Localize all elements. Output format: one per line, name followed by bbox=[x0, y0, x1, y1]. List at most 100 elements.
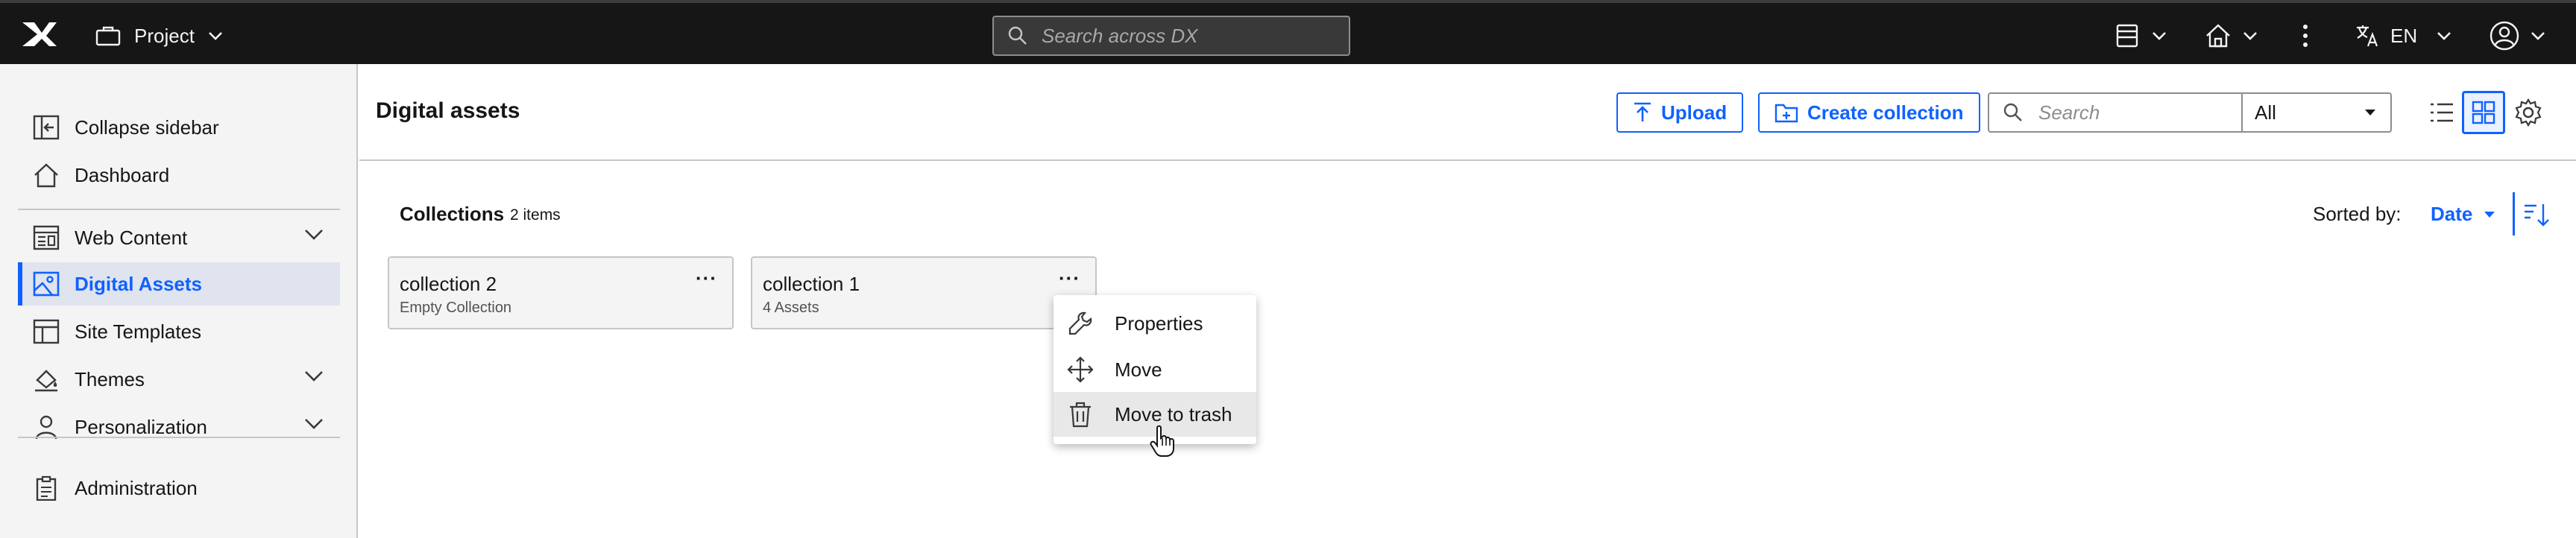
collection-name: collection 2 bbox=[400, 273, 497, 295]
menu-item-label: Move to trash bbox=[1115, 402, 1232, 425]
wrench-icon bbox=[1068, 311, 1092, 335]
project-label: Project bbox=[134, 24, 195, 47]
asset-search-input[interactable]: Search bbox=[1989, 94, 2243, 131]
sorted-by-label: Sorted by: bbox=[2313, 203, 2402, 225]
collection-subtitle: Empty Collection bbox=[400, 300, 512, 316]
sidebar-item-label: Digital Assets bbox=[75, 272, 202, 295]
sidebar-item-digital-assets[interactable]: Digital Assets bbox=[18, 262, 340, 306]
chevron-down-icon bbox=[2531, 32, 2545, 40]
clipboard-icon bbox=[36, 475, 57, 501]
sidebar: Collapse sidebar Dashboard Web Content D… bbox=[0, 64, 358, 538]
chevron-down-icon bbox=[209, 32, 222, 40]
trash-icon bbox=[1070, 402, 1091, 428]
project-switcher[interactable]: Project bbox=[95, 21, 223, 51]
collections-heading: Collections bbox=[400, 203, 505, 225]
chevron-down-icon bbox=[305, 230, 323, 240]
home-icon bbox=[34, 163, 58, 188]
sidebar-item-label: Web Content bbox=[75, 226, 188, 249]
sidebar-item-label: Personalization bbox=[75, 415, 207, 438]
settings-button[interactable] bbox=[2507, 91, 2550, 134]
menu-item-label: Move bbox=[1115, 358, 1162, 381]
language-switcher[interactable]: EN bbox=[2355, 18, 2451, 54]
upload-label: Upload bbox=[1661, 101, 1728, 124]
web-content-icon bbox=[33, 225, 60, 250]
sort-descending-icon[interactable] bbox=[2522, 200, 2551, 230]
collection-more-button[interactable]: ··· bbox=[696, 267, 717, 290]
global-search-input[interactable]: Search across DX bbox=[992, 16, 1350, 56]
sidebar-item-administration[interactable]: Administration bbox=[18, 466, 340, 510]
sidebar-item-themes[interactable]: Themes bbox=[18, 358, 340, 401]
collapse-icon bbox=[33, 115, 60, 140]
sort-field-value: Date bbox=[2431, 203, 2473, 225]
collection-context-menu: Properties Move Move to trash bbox=[1054, 295, 1256, 444]
content-menu-button[interactable] bbox=[2114, 18, 2167, 54]
sidebar-item-site-templates[interactable]: Site Templates bbox=[18, 310, 340, 353]
user-icon bbox=[35, 415, 57, 440]
asset-search-filter: Search All bbox=[1988, 92, 2392, 133]
sidebar-item-label: Collapse sidebar bbox=[75, 115, 219, 139]
collection-subtitle: 4 Assets bbox=[763, 300, 819, 316]
chevron-down-icon bbox=[2153, 32, 2166, 40]
sidebar-divider bbox=[18, 437, 340, 438]
caret-down-icon bbox=[2484, 211, 2495, 218]
create-collection-button[interactable]: Create collection bbox=[1758, 92, 1980, 133]
chevron-down-icon bbox=[305, 419, 323, 429]
overflow-menu-button[interactable] bbox=[2301, 18, 2310, 54]
page-header: Digital assets Upload Create collection … bbox=[359, 64, 2576, 161]
menu-item-properties[interactable]: Properties bbox=[1054, 301, 1256, 346]
home-icon bbox=[2206, 24, 2230, 48]
grid-icon bbox=[2472, 101, 2495, 124]
global-search-placeholder: Search across DX bbox=[1042, 24, 1198, 47]
sidebar-item-label: Site Templates bbox=[75, 320, 202, 343]
home-menu-button[interactable] bbox=[2204, 18, 2258, 54]
list-view-button[interactable] bbox=[2420, 91, 2463, 134]
asset-search-placeholder: Search bbox=[2038, 101, 2100, 124]
search-icon bbox=[2003, 103, 2022, 121]
sidebar-item-label: Dashboard bbox=[75, 163, 170, 186]
collection-more-button[interactable]: ··· bbox=[1059, 267, 1080, 290]
search-icon bbox=[1008, 26, 1027, 45]
user-menu-button[interactable] bbox=[2489, 18, 2545, 54]
paint-icon bbox=[35, 370, 57, 392]
collection-card[interactable]: collection 1 4 Assets ··· bbox=[751, 256, 1097, 329]
chevron-down-icon bbox=[305, 371, 323, 382]
collection-card[interactable]: collection 2 Empty Collection ··· bbox=[388, 256, 734, 329]
caret-down-icon bbox=[2365, 110, 2375, 115]
logo-icon[interactable] bbox=[19, 19, 60, 49]
template-icon bbox=[33, 319, 60, 344]
sidebar-item-label: Administration bbox=[75, 476, 198, 499]
sort-field-dropdown[interactable]: Date bbox=[2431, 203, 2496, 226]
chevron-down-icon bbox=[2437, 32, 2451, 40]
user-avatar-icon bbox=[2490, 21, 2519, 51]
sidebar-item-collapse[interactable]: Collapse sidebar bbox=[18, 106, 340, 149]
sidebar-item-web-content[interactable]: Web Content bbox=[18, 216, 340, 259]
asset-type-value: All bbox=[2255, 101, 2276, 124]
collection-name: collection 1 bbox=[763, 273, 860, 295]
folder-add-icon bbox=[1774, 104, 1798, 123]
sidebar-divider bbox=[18, 209, 340, 210]
briefcase-icon bbox=[95, 26, 121, 46]
collections-count: 2 items bbox=[510, 206, 561, 224]
upload-icon bbox=[1634, 102, 1651, 121]
list-icon bbox=[2431, 103, 2453, 122]
asset-type-select[interactable]: All bbox=[2243, 94, 2390, 131]
hand-cursor-icon bbox=[1150, 425, 1174, 457]
create-collection-label: Create collection bbox=[1807, 101, 1964, 124]
translate-icon bbox=[2357, 25, 2378, 47]
sidebar-item-label: Themes bbox=[75, 367, 145, 390]
content-icon bbox=[2116, 24, 2138, 48]
image-icon bbox=[33, 271, 60, 297]
menu-item-label: Properties bbox=[1115, 311, 1203, 335]
sidebar-item-dashboard[interactable]: Dashboard bbox=[18, 154, 340, 197]
page-title: Digital assets bbox=[376, 98, 520, 123]
sort-divider bbox=[2513, 192, 2515, 235]
upload-button[interactable]: Upload bbox=[1616, 92, 1744, 133]
gear-icon bbox=[2515, 98, 2542, 127]
overflow-vertical-icon bbox=[2303, 25, 2308, 47]
move-icon bbox=[1067, 356, 1094, 383]
top-bar: Project Search across DX EN bbox=[0, 0, 2576, 64]
language-label: EN bbox=[2390, 24, 2418, 47]
grid-view-button[interactable] bbox=[2462, 91, 2505, 134]
sidebar-item-personalization[interactable]: Personalization bbox=[18, 405, 340, 449]
menu-item-move[interactable]: Move bbox=[1054, 347, 1256, 392]
